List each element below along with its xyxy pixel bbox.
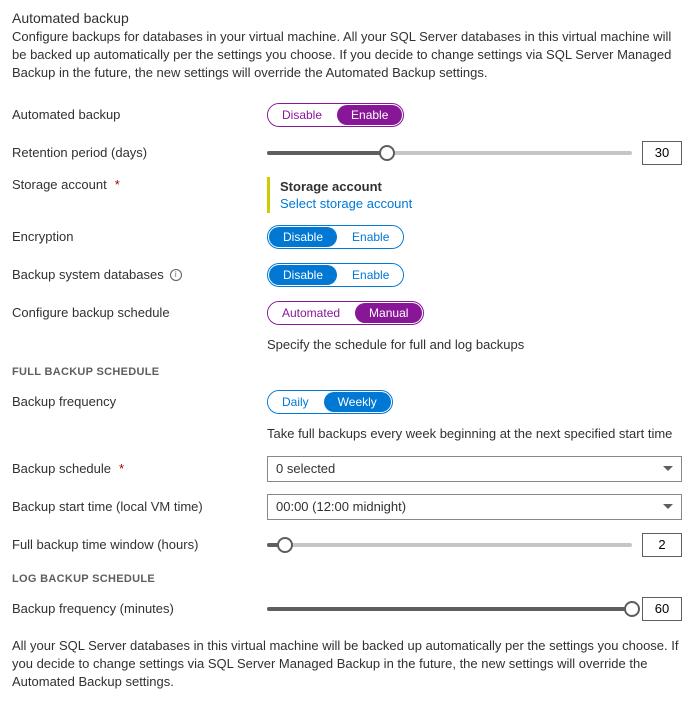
enable-option[interactable]: Enable	[337, 105, 402, 125]
encryption-toggle[interactable]: Disable Enable	[267, 225, 404, 249]
full-window-input[interactable]	[642, 533, 682, 557]
manual-option[interactable]: Manual	[355, 303, 422, 323]
log-freq-input[interactable]	[642, 597, 682, 621]
info-icon[interactable]: i	[170, 269, 182, 281]
system-db-toggle[interactable]: Disable Enable	[267, 263, 404, 287]
disable-option[interactable]: Disable	[268, 104, 336, 126]
disable-option[interactable]: Disable	[269, 265, 337, 285]
backup-schedule-label: Backup schedule*	[12, 461, 267, 476]
storage-account-block: Storage account Select storage account	[267, 177, 412, 213]
full-backup-heading: FULL BACKUP SCHEDULE	[12, 366, 682, 378]
select-storage-link[interactable]: Select storage account	[280, 196, 412, 211]
storage-account-title: Storage account	[280, 179, 412, 194]
required-asterisk: *	[119, 461, 124, 476]
retention-input[interactable]	[642, 141, 682, 165]
enable-option[interactable]: Enable	[338, 226, 403, 248]
required-asterisk: *	[115, 177, 120, 192]
disable-option[interactable]: Disable	[269, 227, 337, 247]
schedule-toggle[interactable]: Automated Manual	[267, 301, 424, 325]
chevron-down-icon	[663, 466, 673, 471]
system-db-label: Backup system databases i	[12, 267, 267, 282]
automated-backup-label: Automated backup	[12, 107, 267, 122]
log-freq-label: Backup frequency (minutes)	[12, 601, 267, 616]
page-description: Configure backups for databases in your …	[12, 28, 682, 83]
log-backup-heading: LOG BACKUP SCHEDULE	[12, 573, 682, 585]
weekly-option[interactable]: Weekly	[324, 392, 391, 412]
footer-text: All your SQL Server databases in this vi…	[12, 637, 682, 692]
frequency-helper: Take full backups every week beginning a…	[267, 426, 682, 441]
retention-label: Retention period (days)	[12, 145, 267, 160]
frequency-label: Backup frequency	[12, 394, 267, 409]
start-time-select[interactable]: 00:00 (12:00 midnight)	[267, 494, 682, 520]
automated-option[interactable]: Automated	[268, 302, 354, 324]
schedule-helper: Specify the schedule for full and log ba…	[267, 337, 682, 352]
chevron-down-icon	[663, 504, 673, 509]
retention-slider[interactable]	[267, 151, 632, 155]
page-title: Automated backup	[12, 10, 682, 26]
full-window-slider[interactable]	[267, 543, 632, 547]
full-window-label: Full backup time window (hours)	[12, 537, 267, 552]
start-time-label: Backup start time (local VM time)	[12, 499, 267, 514]
enable-option[interactable]: Enable	[338, 264, 403, 286]
automated-backup-toggle[interactable]: Disable Enable	[267, 103, 404, 127]
schedule-label: Configure backup schedule	[12, 305, 267, 320]
daily-option[interactable]: Daily	[268, 391, 323, 413]
storage-account-label: Storage account*	[12, 177, 267, 192]
log-freq-slider[interactable]	[267, 607, 632, 611]
backup-schedule-select[interactable]: 0 selected	[267, 456, 682, 482]
frequency-toggle[interactable]: Daily Weekly	[267, 390, 393, 414]
encryption-label: Encryption	[12, 229, 267, 244]
